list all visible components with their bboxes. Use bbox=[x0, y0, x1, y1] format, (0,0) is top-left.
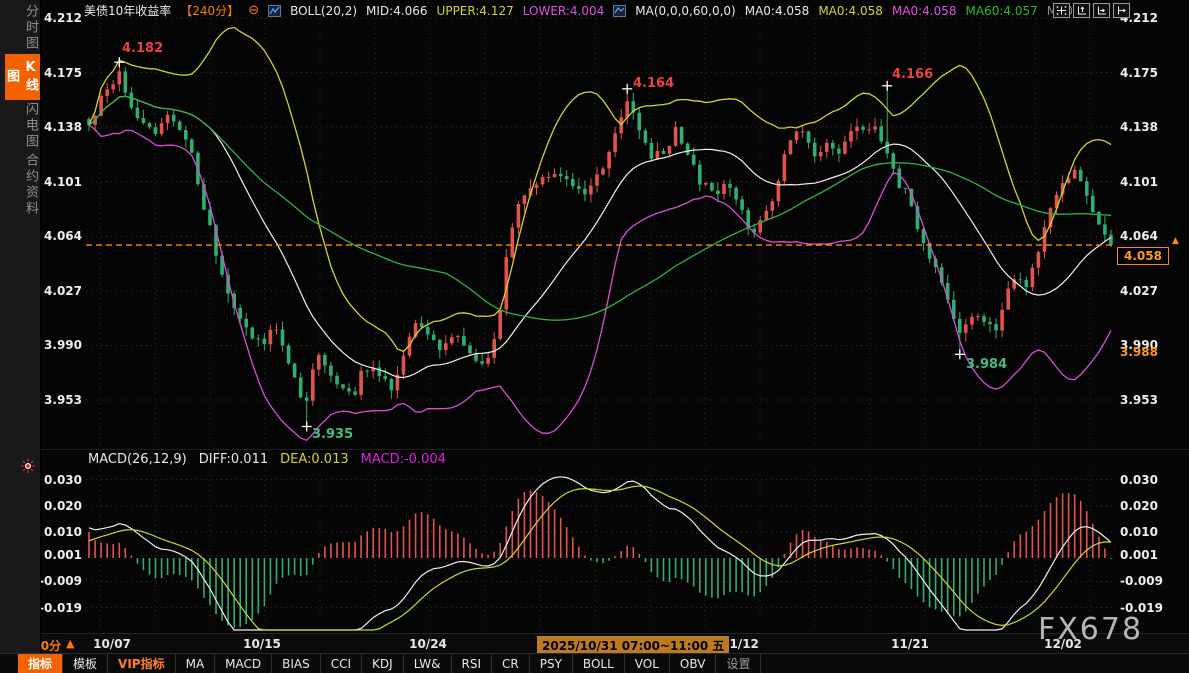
macd-params: MACD(26,12,9) bbox=[88, 452, 187, 467]
tab-cr[interactable]: CR bbox=[492, 654, 530, 673]
panel-divider bbox=[41, 449, 1189, 450]
period-label: 【240分】 bbox=[180, 2, 239, 19]
tab-cci[interactable]: CCI bbox=[321, 654, 362, 673]
tab-psy[interactable]: PSY bbox=[530, 654, 573, 673]
time-tick: 11/21 bbox=[884, 637, 936, 651]
tab-boll[interactable]: BOLL bbox=[573, 654, 625, 673]
tab-indicator[interactable]: 指标 bbox=[18, 654, 63, 673]
macd-diff-value: DIFF:0.011 bbox=[199, 452, 268, 467]
live-dot-icon[interactable] bbox=[21, 458, 35, 472]
tab-obv[interactable]: OBV bbox=[670, 654, 717, 673]
sidebar-item-time-chart[interactable]: 分时图 bbox=[0, 4, 40, 52]
price-axis-label: 4.027 bbox=[1120, 284, 1184, 298]
boll-mid-value: MID:4.066 bbox=[366, 4, 428, 18]
boll-params: BOLL(20,2) bbox=[290, 4, 357, 18]
indicator-header: 美债10年收益率 【240分】 ⊖ BOLL(20,2) MID:4.066 U… bbox=[84, 2, 1077, 19]
macd-dea-value: DEA:0.013 bbox=[280, 452, 349, 467]
boll-upper-value: UPPER:4.127 bbox=[437, 4, 514, 18]
tab-macd[interactable]: MACD bbox=[215, 654, 272, 673]
price-axis-label: 4.138 bbox=[1120, 120, 1184, 134]
macd-axis-label: 0.020 bbox=[1120, 499, 1184, 513]
boll-chart-icon[interactable] bbox=[268, 5, 281, 17]
price-axis-label: 3.953 bbox=[1120, 393, 1184, 407]
current-price-badge: 4.058 bbox=[1117, 247, 1169, 265]
ma-params: MA(0,0,0,60,0,0) bbox=[635, 4, 735, 18]
period-marker-icon: ▲ bbox=[66, 637, 74, 650]
x-axis-scale-icon[interactable] bbox=[1093, 3, 1110, 18]
tab-lwr[interactable]: LW& bbox=[404, 654, 452, 673]
tab-template[interactable]: 模板 bbox=[63, 654, 108, 673]
price-axis-label: 4.175 bbox=[1120, 66, 1184, 80]
macd-macd-value: MACD:-0.004 bbox=[361, 452, 446, 467]
tab-rsi[interactable]: RSI bbox=[452, 654, 493, 673]
high-annotation: 4.182 bbox=[122, 41, 163, 56]
tab-settings[interactable]: 设置 bbox=[716, 654, 761, 673]
macd-header: MACD(26,12,9) DIFF:0.011 DEA:0.013 MACD:… bbox=[88, 452, 446, 467]
time-axis: 240分 ▲ 10/07 10/15 10/24 11/12 11/21 12/… bbox=[0, 633, 1189, 654]
sidebar-item-kline-chart[interactable]: K线图 bbox=[5, 54, 40, 100]
macd-axis-label: 0.010 bbox=[1120, 525, 1184, 539]
price-axis-label: 4.101 bbox=[1120, 175, 1184, 189]
indicator-toolbar: 指标 模板 VIP指标 MA MACD BIAS CCI KDJ LW& RSI… bbox=[0, 653, 1189, 673]
collapse-icon[interactable]: ⊖ bbox=[248, 4, 259, 17]
chart-tool-icons bbox=[1053, 3, 1130, 18]
tab-kdj[interactable]: KDJ bbox=[362, 654, 404, 673]
y-axis-scale-icon[interactable] bbox=[1073, 3, 1090, 18]
boll-lower-value: LOWER:4.004 bbox=[523, 4, 605, 18]
macd-axis-label: -0.009 bbox=[1120, 574, 1184, 588]
current-price-marker-icon: ▲ bbox=[1172, 236, 1179, 246]
macd-axis-label: 0.030 bbox=[1120, 473, 1184, 487]
high-annotation: 4.166 bbox=[892, 67, 933, 82]
high-annotation: 4.164 bbox=[633, 76, 674, 91]
instrument-title: 美债10年收益率 bbox=[84, 2, 171, 19]
sidebar-item-contract-info[interactable]: 合约资料 bbox=[0, 152, 40, 218]
macd-axis-label: 0.001 bbox=[1120, 548, 1184, 562]
time-tick: 10/07 bbox=[86, 637, 138, 651]
secondary-price-label: 3.988 bbox=[1120, 345, 1158, 359]
low-annotation: 3.984 bbox=[966, 357, 1007, 372]
ma-chart-icon[interactable] bbox=[613, 5, 626, 17]
low-annotation: 3.935 bbox=[312, 427, 353, 442]
watermark: FX678 bbox=[1038, 612, 1143, 647]
left-sidebar: 分时图 K线图 闪电图 合约资料 bbox=[0, 0, 41, 653]
tab-bias[interactable]: BIAS bbox=[272, 654, 321, 673]
move-layout-icon[interactable] bbox=[1053, 3, 1070, 18]
ma60-value: MA60:4.057 bbox=[966, 4, 1038, 18]
ma0-magenta-value: MA0:4.058 bbox=[892, 4, 957, 18]
time-tick: 10/24 bbox=[402, 637, 454, 651]
ma0-white-value: MA0:4.058 bbox=[745, 4, 810, 18]
sidebar-item-flash-chart[interactable]: 闪电图 bbox=[0, 102, 40, 150]
tab-vol[interactable]: VOL bbox=[625, 654, 670, 673]
pan-right-icon[interactable] bbox=[1113, 3, 1130, 18]
ma0-yellow-value: MA0:4.058 bbox=[818, 4, 883, 18]
tab-ma[interactable]: MA bbox=[176, 654, 216, 673]
price-chart-canvas[interactable] bbox=[0, 0, 1189, 673]
tab-vip-indicator[interactable]: VIP指标 bbox=[108, 654, 176, 673]
time-tick: 10/15 bbox=[236, 637, 288, 651]
